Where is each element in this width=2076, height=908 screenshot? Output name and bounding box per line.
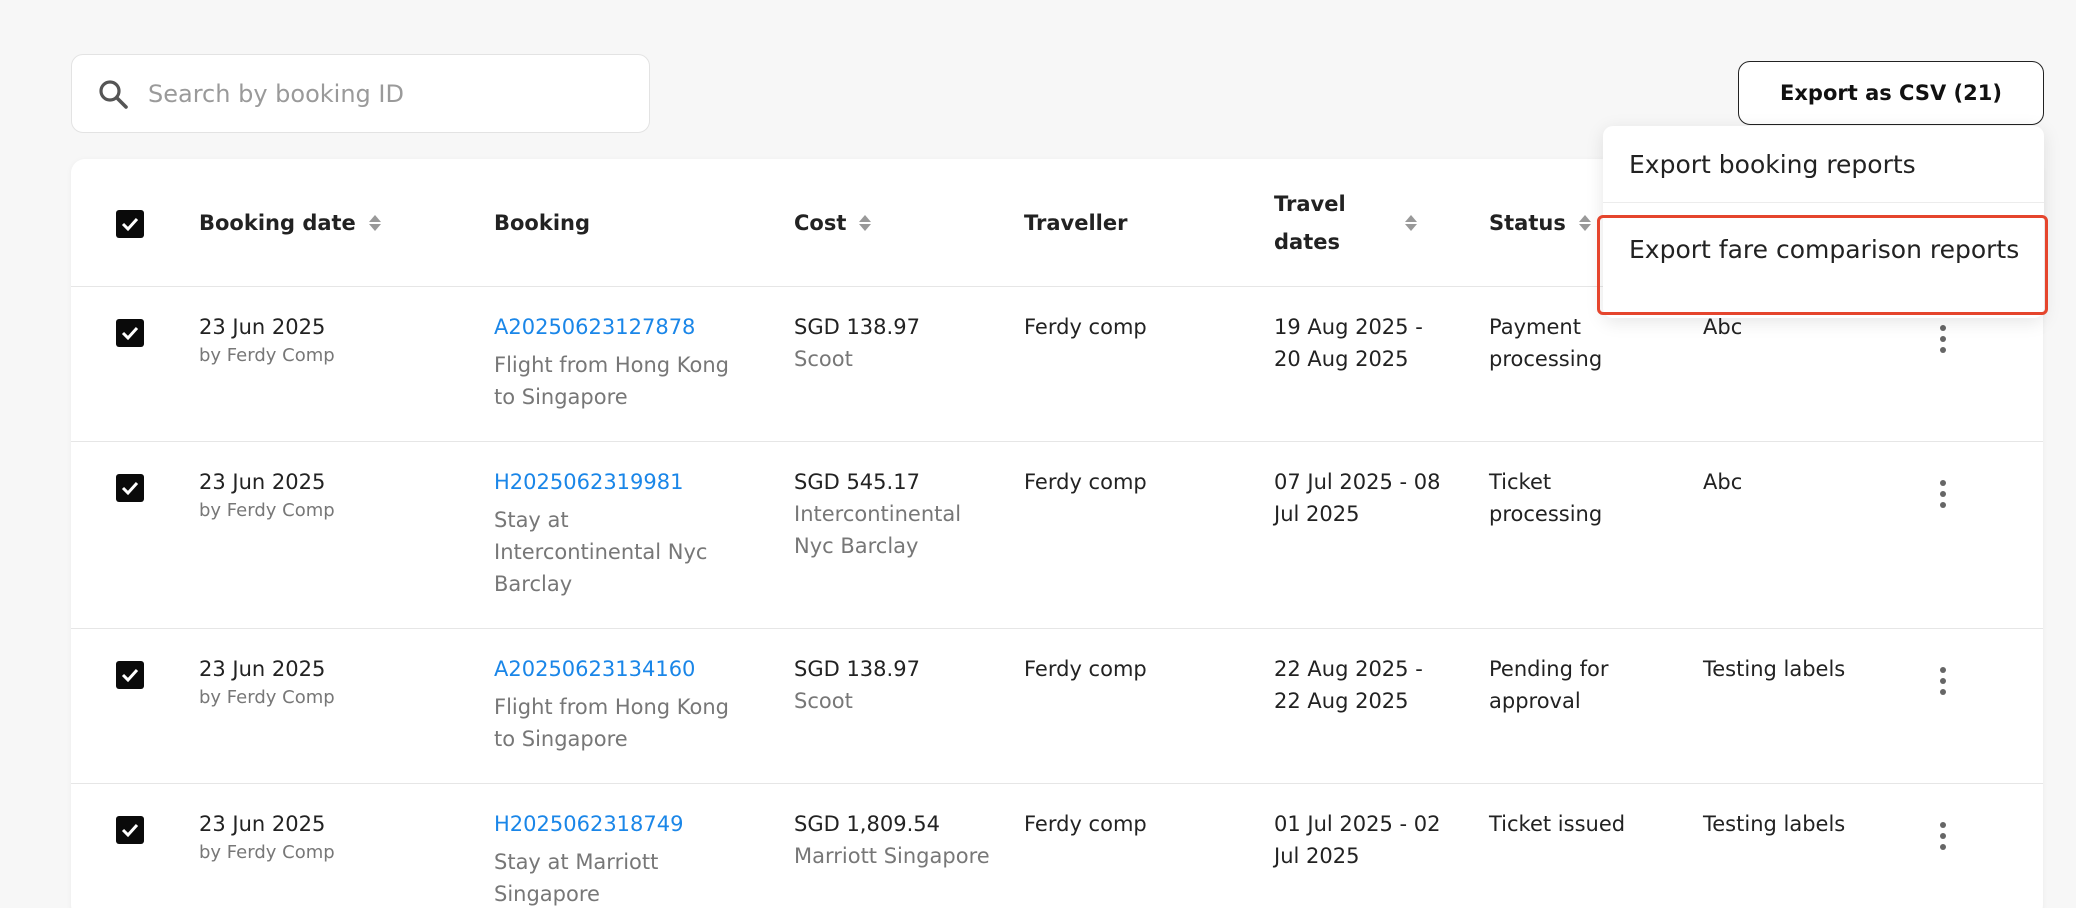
header-cost[interactable]: Cost bbox=[794, 204, 872, 242]
export-menu: Export booking reports Export fare compa… bbox=[1597, 126, 2048, 318]
vendor-name: Scoot bbox=[794, 689, 853, 713]
select-all-checkbox[interactable] bbox=[116, 210, 144, 238]
table-row[interactable]: 23 Jun 2025 by Ferdy Comp A2025062313416… bbox=[71, 629, 2043, 784]
cost-amount: SGD 138.97 bbox=[794, 315, 920, 339]
table-row[interactable]: 23 Jun 2025 by Ferdy Comp H2025062319981… bbox=[71, 442, 2043, 629]
booking-date: 23 Jun 2025 bbox=[199, 315, 326, 339]
export-fare-comparison-reports-item[interactable]: Export fare comparison reports bbox=[1597, 215, 2048, 315]
booking-description: Stay at Intercontinental Nyc Barclay bbox=[494, 508, 708, 596]
cost-cell: SGD 138.97 Scoot bbox=[794, 653, 994, 717]
sort-icon bbox=[1578, 215, 1591, 231]
more-options-icon[interactable] bbox=[1931, 474, 1955, 514]
bookings-page: Export as CSV (21) Booking date Booking … bbox=[0, 0, 2076, 908]
booked-by: by Ferdy Comp bbox=[199, 345, 335, 366]
row-checkbox[interactable] bbox=[116, 816, 144, 844]
label-cell: Testing labels bbox=[1703, 812, 1846, 836]
more-options-icon[interactable] bbox=[1931, 319, 1955, 359]
booking-date: 23 Jun 2025 bbox=[199, 470, 326, 494]
booked-by: by Ferdy Comp bbox=[199, 687, 335, 708]
status-cell: Ticket processing bbox=[1489, 470, 1603, 526]
booking-description: Stay at Marriott Singapore bbox=[494, 850, 659, 906]
cost-cell: SGD 545.17 Intercontinental Nyc Barclay bbox=[794, 466, 994, 562]
booking-cell: A20250623134160 Flight from Hong Kong to… bbox=[494, 653, 734, 755]
status-cell: Ticket issued bbox=[1489, 812, 1626, 836]
booking-id-link[interactable]: A20250623134160 bbox=[494, 653, 734, 685]
booked-by: by Ferdy Comp bbox=[199, 500, 335, 521]
header-booking-label: Booking bbox=[494, 211, 591, 235]
row-checkbox[interactable] bbox=[116, 661, 144, 689]
travel-dates-cell: 22 Aug 2025 - 22 Aug 2025 bbox=[1274, 657, 1423, 713]
cost-cell: SGD 138.97 Scoot bbox=[794, 311, 994, 375]
header-traveller: Traveller bbox=[1024, 204, 1127, 242]
cost-cell: SGD 1,809.54 Marriott Singapore bbox=[794, 808, 994, 872]
booking-date-cell: 23 Jun 2025 by Ferdy Comp bbox=[199, 311, 459, 369]
traveller-cell: Ferdy comp bbox=[1024, 812, 1147, 836]
header-booking: Booking bbox=[494, 204, 590, 242]
status-cell: Payment processing bbox=[1489, 315, 1603, 371]
booking-id-link[interactable]: H2025062319981 bbox=[494, 466, 734, 498]
booked-by: by Ferdy Comp bbox=[199, 842, 335, 863]
more-options-icon[interactable] bbox=[1931, 816, 1955, 856]
header-booking-date[interactable]: Booking date bbox=[199, 204, 382, 242]
label-cell: Abc bbox=[1703, 470, 1743, 494]
status-cell: Pending for approval bbox=[1489, 657, 1609, 713]
booking-cell: H2025062318749 Stay at Marriott Singapor… bbox=[494, 808, 734, 908]
booking-date-cell: 23 Jun 2025 by Ferdy Comp bbox=[199, 808, 459, 866]
search-box[interactable] bbox=[71, 54, 650, 133]
booking-cell: A20250623127878 Flight from Hong Kong to… bbox=[494, 311, 734, 413]
booking-date-cell: 23 Jun 2025 by Ferdy Comp bbox=[199, 466, 459, 524]
sort-icon bbox=[859, 215, 872, 231]
header-travel-dates[interactable]: Travel dates bbox=[1274, 185, 1444, 261]
more-options-icon[interactable] bbox=[1931, 661, 1955, 701]
search-input[interactable] bbox=[148, 79, 628, 108]
row-checkbox[interactable] bbox=[116, 319, 144, 347]
booking-date-cell: 23 Jun 2025 by Ferdy Comp bbox=[199, 653, 459, 711]
travel-dates-cell: 19 Aug 2025 - 20 Aug 2025 bbox=[1274, 315, 1423, 371]
cost-amount: SGD 1,809.54 bbox=[794, 812, 940, 836]
booking-description: Flight from Hong Kong to Singapore bbox=[494, 353, 730, 409]
sort-icon bbox=[368, 215, 381, 231]
booking-id-link[interactable]: A20250623127878 bbox=[494, 311, 734, 343]
booking-description: Flight from Hong Kong to Singapore bbox=[494, 695, 730, 751]
vendor-name: Intercontinental Nyc Barclay bbox=[794, 502, 962, 558]
travel-dates-cell: 01 Jul 2025 - 02 Jul 2025 bbox=[1274, 812, 1441, 868]
label-cell: Testing labels bbox=[1703, 657, 1846, 681]
cost-amount: SGD 545.17 bbox=[794, 470, 920, 494]
search-icon bbox=[96, 77, 130, 111]
cost-amount: SGD 138.97 bbox=[794, 657, 920, 681]
header-status-label: Status bbox=[1489, 211, 1566, 235]
sort-icon bbox=[1405, 215, 1417, 231]
booking-date: 23 Jun 2025 bbox=[199, 812, 326, 836]
header-traveller-label: Traveller bbox=[1024, 211, 1128, 235]
table-row[interactable]: 23 Jun 2025 by Ferdy Comp H2025062318749… bbox=[71, 784, 2043, 908]
booking-id-link[interactable]: H2025062318749 bbox=[494, 808, 734, 840]
export-booking-reports-item[interactable]: Export booking reports bbox=[1603, 126, 2044, 203]
traveller-cell: Ferdy comp bbox=[1024, 315, 1147, 339]
header-status[interactable]: Status bbox=[1489, 204, 1592, 242]
header-travel-dates-label: Travel dates bbox=[1274, 192, 1346, 254]
header-cost-label: Cost bbox=[794, 211, 847, 235]
booking-date: 23 Jun 2025 bbox=[199, 657, 326, 681]
export-csv-button[interactable]: Export as CSV (21) bbox=[1738, 61, 2044, 125]
travel-dates-cell: 07 Jul 2025 - 08 Jul 2025 bbox=[1274, 470, 1441, 526]
row-checkbox[interactable] bbox=[116, 474, 144, 502]
vendor-name: Marriott Singapore bbox=[794, 844, 990, 868]
traveller-cell: Ferdy comp bbox=[1024, 470, 1147, 494]
traveller-cell: Ferdy comp bbox=[1024, 657, 1147, 681]
vendor-name: Scoot bbox=[794, 347, 853, 371]
header-booking-date-label: Booking date bbox=[199, 211, 356, 235]
booking-cell: H2025062319981 Stay at Intercontinental … bbox=[494, 466, 734, 600]
